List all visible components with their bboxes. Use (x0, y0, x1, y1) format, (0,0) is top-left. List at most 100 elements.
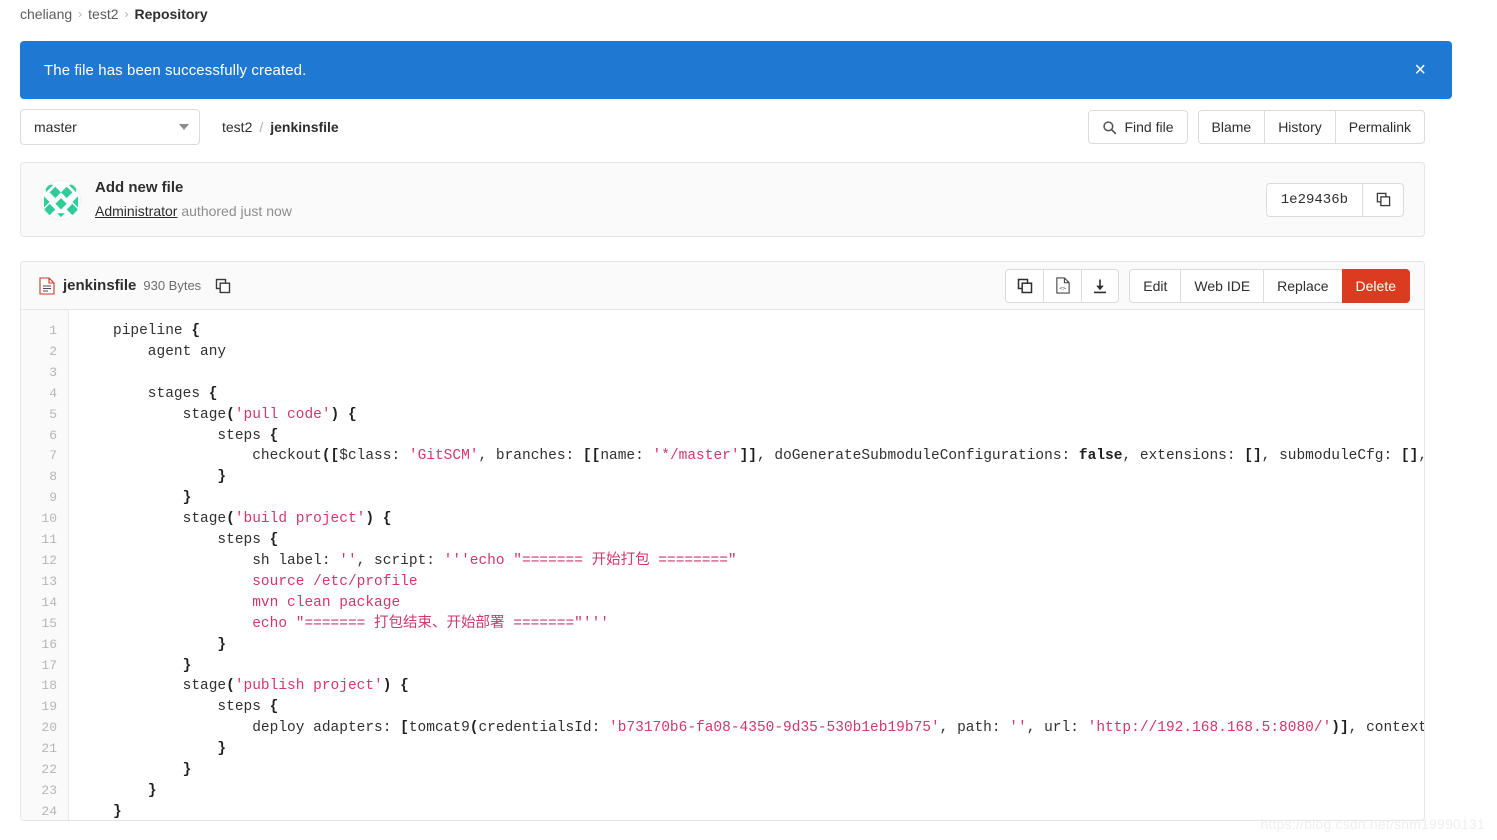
repository-file-page: cheliang › test2 › Repository The file h… (0, 0, 1497, 840)
blob-file-name: jenkinsfile (63, 277, 136, 294)
code-viewer: 123456789101112131415161718192021222324 … (21, 310, 1424, 821)
code-line: sh label: '', script: '''echo "======= 开… (113, 551, 1424, 572)
commit-meta: Add new file Administrator authored just… (95, 178, 292, 220)
code-line: } (113, 635, 1424, 656)
raw-file-icon: <> (1055, 277, 1071, 294)
copy-icon (215, 278, 231, 294)
alert-message: The file has been successfully created. (44, 62, 306, 79)
code-line: stages { (113, 384, 1424, 405)
line-number: 1 (21, 321, 68, 342)
close-icon[interactable]: × (1410, 60, 1430, 80)
line-number: 22 (21, 760, 68, 781)
line-number: 24 (21, 802, 68, 821)
find-file-button[interactable]: Find file (1088, 110, 1187, 144)
path-file: jenkinsfile (270, 119, 338, 135)
identicon-icon (42, 181, 80, 219)
blob-header: jenkinsfile 930 Bytes <> (21, 262, 1424, 310)
last-commit-card: Add new file Administrator authored just… (20, 162, 1425, 237)
line-number: 10 (21, 509, 68, 530)
line-number: 16 (21, 635, 68, 656)
commit-author-link[interactable]: Administrator (95, 203, 177, 219)
code-line: } (113, 760, 1424, 781)
chevron-down-icon (179, 124, 189, 130)
download-button[interactable] (1081, 269, 1119, 303)
code-line: } (113, 802, 1424, 821)
file-toolbar: master test2 / jenkinsfile Find file Bla… (20, 108, 1425, 146)
file-view-button-group: Blame History Permalink (1198, 110, 1426, 144)
copy-icon (1017, 278, 1033, 294)
code-line: } (113, 781, 1424, 802)
line-number: 8 (21, 467, 68, 488)
blob-actions: <> Edit Web IDE Replace Delete (1005, 269, 1410, 303)
download-icon (1092, 278, 1108, 294)
search-icon (1102, 120, 1117, 135)
toolbar-actions: Find file Blame History Permalink (1088, 110, 1425, 144)
code-line: mvn clean package (113, 593, 1424, 614)
line-number-gutter: 123456789101112131415161718192021222324 (21, 310, 69, 821)
code-line: steps { (113, 530, 1424, 551)
code-line: stage('publish project') { (113, 676, 1424, 697)
code-line (113, 363, 1424, 384)
code-line: stage('build project') { (113, 509, 1424, 530)
copy-sha-button[interactable] (1362, 183, 1404, 217)
path-separator: / (259, 119, 263, 135)
copy-file-path-button[interactable] (215, 278, 231, 294)
file-icon (39, 277, 55, 295)
line-number: 19 (21, 697, 68, 718)
code-line: checkout([$class: 'GitSCM', branches: [[… (113, 446, 1424, 467)
code-line: source /etc/profile (113, 572, 1424, 593)
copy-icon (1376, 192, 1391, 207)
blob-edit-actions: Edit Web IDE Replace Delete (1129, 269, 1410, 303)
file-path-breadcrumb: test2 / jenkinsfile (222, 119, 339, 135)
breadcrumb-item-group[interactable]: cheliang (20, 6, 72, 22)
line-number: 12 (21, 551, 68, 572)
line-number: 20 (21, 718, 68, 739)
blob-icon-actions: <> (1005, 269, 1119, 303)
blob-file-size: 930 Bytes (143, 278, 201, 293)
line-number: 17 (21, 656, 68, 677)
code-line: } (113, 467, 1424, 488)
commit-author-line: Administrator authored just now (95, 202, 292, 221)
breadcrumb-item-project[interactable]: test2 (88, 6, 118, 22)
permalink-button[interactable]: Permalink (1335, 110, 1425, 144)
history-button[interactable]: History (1264, 110, 1335, 144)
code-line: steps { (113, 426, 1424, 447)
line-number: 5 (21, 405, 68, 426)
breadcrumb-separator-icon: › (125, 7, 129, 21)
delete-button[interactable]: Delete (1342, 269, 1410, 303)
line-number: 6 (21, 426, 68, 447)
line-number: 15 (21, 614, 68, 635)
blame-button[interactable]: Blame (1198, 110, 1265, 144)
svg-text:<>: <> (1059, 286, 1066, 292)
breadcrumb-separator-icon: › (78, 7, 82, 21)
code-line: agent any (113, 342, 1424, 363)
commit-message[interactable]: Add new file (95, 178, 292, 198)
edit-button[interactable]: Edit (1129, 269, 1180, 303)
path-dir[interactable]: test2 (222, 119, 252, 135)
file-blob: jenkinsfile 930 Bytes <> (20, 261, 1425, 821)
commit-authored-text: authored just now (181, 203, 292, 219)
branch-selector[interactable]: master (20, 109, 200, 145)
avatar (41, 180, 81, 220)
code-content[interactable]: pipeline { agent any stages { stage('pul… (69, 310, 1424, 821)
code-line: echo "======= 打包结束、开始部署 ======="''' (113, 614, 1424, 635)
branch-selector-label: master (34, 119, 77, 135)
line-number: 9 (21, 488, 68, 509)
code-line: } (113, 739, 1424, 760)
line-number: 3 (21, 363, 68, 384)
find-file-label: Find file (1124, 119, 1173, 135)
line-number: 11 (21, 530, 68, 551)
line-number: 18 (21, 676, 68, 697)
web-ide-button[interactable]: Web IDE (1180, 269, 1263, 303)
code-line: pipeline { (113, 321, 1424, 342)
breadcrumb-item-repository[interactable]: Repository (135, 6, 208, 22)
line-number: 13 (21, 572, 68, 593)
open-raw-button[interactable]: <> (1043, 269, 1081, 303)
line-number: 23 (21, 781, 68, 802)
breadcrumb: cheliang › test2 › Repository (20, 6, 208, 22)
code-line: } (113, 488, 1424, 509)
copy-contents-button[interactable] (1005, 269, 1043, 303)
replace-button[interactable]: Replace (1263, 269, 1341, 303)
code-line: steps { (113, 697, 1424, 718)
commit-sha: 1e29436b (1266, 183, 1362, 217)
